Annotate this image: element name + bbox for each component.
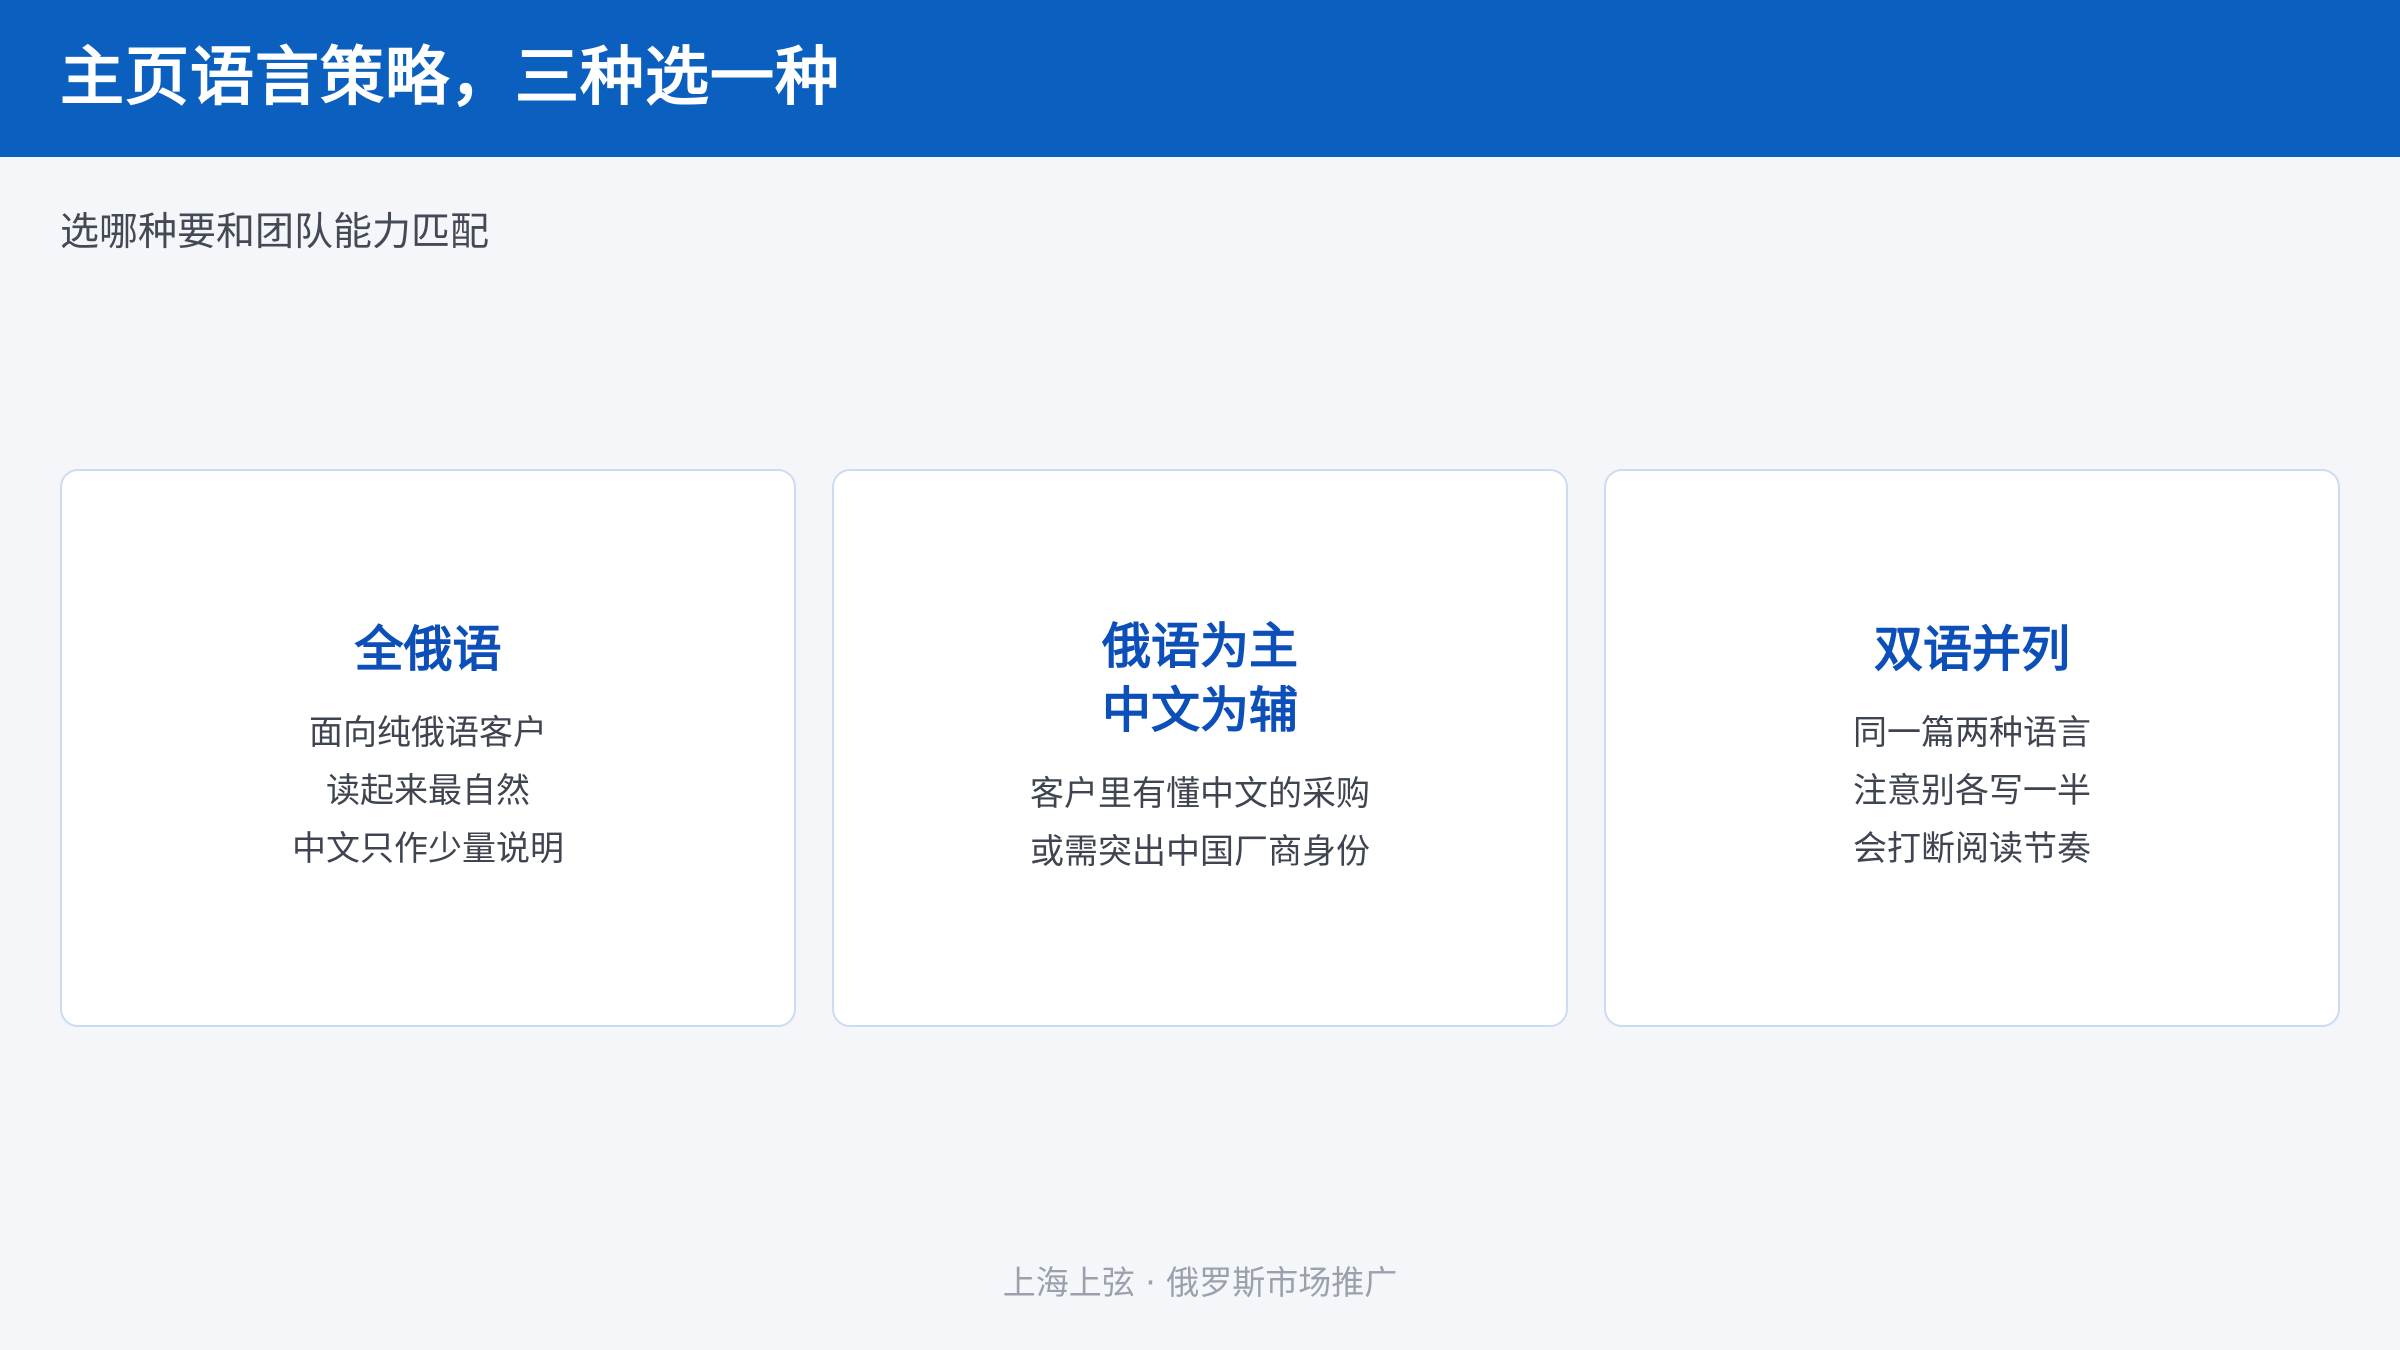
card-title: 全俄语 bbox=[354, 618, 501, 682]
strategy-cards: 全俄语 面向纯俄语客户 读起来最自然 中文只作少量说明 俄语为主 中文为辅 客户… bbox=[60, 469, 2340, 1027]
page-subtitle: 选哪种要和团队能力匹配 bbox=[60, 210, 490, 255]
card-description: 面向纯俄语客户 读起来最自然 中文只作少量说明 bbox=[292, 704, 564, 878]
page-title: 主页语言策略，三种选一种 bbox=[60, 41, 840, 115]
card-title-line: 双语并列 bbox=[1873, 621, 2070, 678]
card-title-line: 俄语为主 bbox=[1101, 618, 1298, 675]
footer-text: 上海上弦 · 俄罗斯市场推广 bbox=[1002, 1263, 1398, 1302]
card-line: 注意别各写一半 bbox=[1853, 771, 2091, 811]
strategy-card-full-russian: 全俄语 面向纯俄语客户 读起来最自然 中文只作少量说明 bbox=[60, 469, 796, 1027]
card-line: 或需突出中国厂商身份 bbox=[1030, 832, 1370, 872]
card-title: 双语并列 bbox=[1874, 618, 2070, 682]
strategy-card-russian-primary: 俄语为主 中文为辅 客户里有懂中文的采购 或需突出中国厂商身份 bbox=[832, 469, 1568, 1027]
card-line: 中文只作少量说明 bbox=[292, 829, 564, 869]
card-title: 俄语为主 中文为辅 bbox=[1102, 615, 1298, 743]
card-line: 客户里有懂中文的采购 bbox=[1030, 774, 1370, 814]
card-description: 同一篇两种语言 注意别各写一半 会打断阅读节奏 bbox=[1853, 704, 2091, 878]
card-line: 读起来最自然 bbox=[326, 771, 530, 811]
card-line: 同一篇两种语言 bbox=[1853, 713, 2091, 753]
card-title-line: 中文为辅 bbox=[1101, 682, 1298, 739]
card-line: 面向纯俄语客户 bbox=[309, 713, 547, 753]
card-description: 客户里有懂中文的采购 或需突出中国厂商身份 bbox=[1030, 765, 1370, 881]
header-bar: 主页语言策略，三种选一种 bbox=[0, 0, 2400, 157]
card-line: 会打断阅读节奏 bbox=[1853, 829, 2091, 869]
strategy-card-bilingual: 双语并列 同一篇两种语言 注意别各写一半 会打断阅读节奏 bbox=[1604, 469, 2340, 1027]
card-title-line: 全俄语 bbox=[354, 621, 502, 678]
